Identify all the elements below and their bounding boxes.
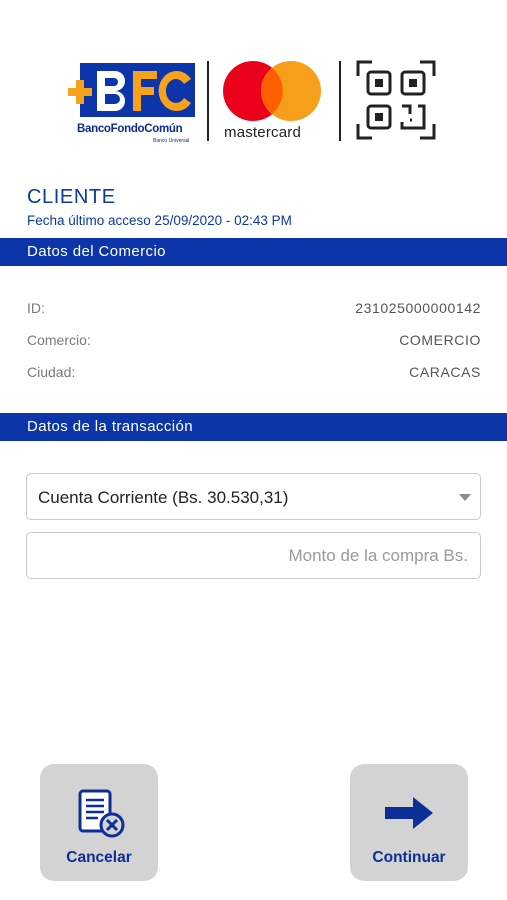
merchant-id-row: ID: 231025000000142: [27, 300, 481, 320]
qr-code-icon: [356, 60, 436, 140]
account-select[interactable]: Cuenta Corriente (Bs. 30.530,31): [26, 473, 481, 520]
merchant-name-value: COMERCIO: [399, 332, 481, 348]
account-select-value: Cuenta Corriente (Bs. 30.530,31): [38, 488, 289, 507]
client-title: CLIENTE: [27, 186, 116, 208]
merchant-id-value: 231025000000142: [355, 300, 481, 316]
arrow-right-icon: [385, 797, 433, 829]
amount-input[interactable]: [26, 532, 481, 579]
merchant-city-value: CARACAS: [409, 364, 481, 380]
merchant-name-label: Comercio:: [27, 332, 91, 348]
cancel-button[interactable]: Cancelar: [40, 764, 158, 881]
bank-subtitle: Banco Universal: [153, 138, 190, 144]
logo-divider: [339, 61, 341, 141]
chevron-down-icon: [459, 494, 471, 501]
mastercard-wordmark: mastercard: [224, 124, 302, 141]
continue-label: Continuar: [372, 849, 446, 866]
document-cancel-icon: [78, 789, 125, 838]
cancel-label: Cancelar: [66, 849, 132, 866]
transaction-section-header: Datos de la transacción: [0, 413, 507, 441]
merchant-section-header: Datos del Comercio: [0, 238, 507, 266]
bank-name: BancoFondoComún: [77, 123, 183, 135]
continue-button[interactable]: Continuar: [350, 764, 468, 881]
mastercard-logo: mastercard: [220, 61, 324, 143]
merchant-city-row: Ciudad: CARACAS: [27, 364, 481, 384]
merchant-id-label: ID:: [27, 300, 45, 316]
merchant-city-label: Ciudad:: [27, 364, 76, 380]
bfc-logo: BancoFondoComún Banco Universal: [67, 61, 197, 144]
logo-row: BancoFondoComún Banco Universal masterca…: [0, 55, 507, 150]
last-access-text: Fecha último acceso 25/09/2020 - 02:43 P…: [27, 213, 292, 228]
logo-divider: [207, 61, 209, 141]
merchant-name-row: Comercio: COMERCIO: [27, 332, 481, 352]
